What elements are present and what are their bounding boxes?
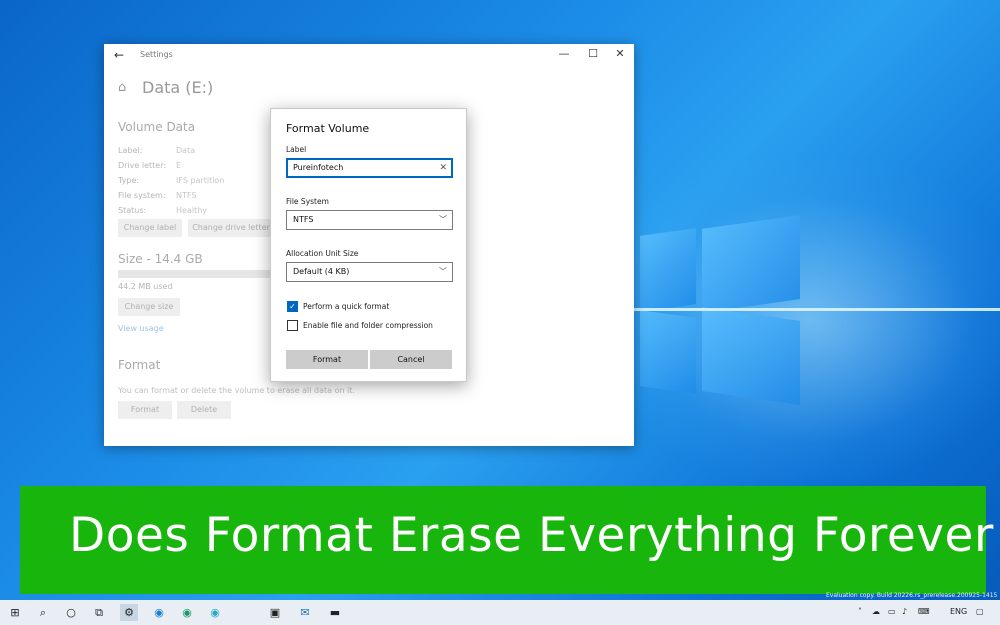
file-system-value: NTFS	[293, 215, 314, 224]
windows-logo-pane	[702, 215, 800, 313]
dialog-title: Format Volume	[286, 122, 370, 135]
prop-status-value: Healthy	[176, 206, 208, 215]
keyboard-icon[interactable]: ⌨	[918, 607, 930, 616]
prop-label-label: Label:	[118, 146, 143, 155]
chevron-up-icon[interactable]: ˄	[858, 607, 862, 616]
wallpaper-light-beam	[600, 308, 1000, 311]
prop-type-label: Type:	[118, 176, 140, 185]
format-volume-button[interactable]: Format	[118, 401, 172, 419]
prop-type-value: IFS partition	[176, 176, 225, 185]
used-space-text: 44.2 MB used	[118, 282, 173, 291]
size-heading: Size - 14.4 GB	[118, 252, 203, 266]
settings-titlebar[interactable]: ← Settings — ☐ ✕	[104, 44, 634, 66]
task-view-icon[interactable]: ○	[62, 604, 80, 621]
prop-drive-letter-label: Drive letter:	[118, 161, 167, 170]
chevron-down-icon: ﹀	[439, 215, 447, 224]
usage-bar	[118, 270, 278, 278]
title-banner: Does Format Erase Everything Forever	[20, 486, 993, 594]
allocation-size-label: Allocation Unit Size	[286, 249, 359, 258]
file-system-label: File System	[286, 197, 329, 206]
windows-logo-pane	[640, 310, 696, 394]
notification-icon[interactable]: ▢	[976, 607, 984, 616]
minimize-icon[interactable]: —	[556, 47, 572, 60]
compression-checkbox[interactable]	[287, 320, 298, 331]
edge-dev-icon[interactable]: ◉	[178, 604, 196, 621]
page-title: Data (E:)	[142, 78, 214, 97]
back-arrow-icon[interactable]: ←	[114, 48, 124, 62]
mail-icon[interactable]: ✉	[296, 604, 314, 621]
window-title: Settings	[140, 50, 173, 59]
delete-volume-button[interactable]: Delete	[177, 401, 231, 419]
search-icon[interactable]: ⌕	[34, 604, 52, 621]
quick-format-checkbox[interactable]: ✓	[287, 301, 298, 312]
terminal-icon[interactable]: ▬	[326, 604, 344, 621]
prop-status-label: Status:	[118, 206, 147, 215]
language-indicator[interactable]: ENG	[950, 607, 967, 616]
store-icon[interactable]: ▣	[266, 604, 284, 621]
edge-beta-icon[interactable]: ◉	[206, 604, 224, 621]
allocation-size-value: Default (4 KB)	[293, 267, 350, 276]
prop-drive-letter-value: E	[176, 161, 182, 170]
home-icon[interactable]: ⌂	[118, 80, 126, 95]
clear-icon[interactable]: ✕	[439, 160, 447, 176]
close-icon[interactable]: ✕	[612, 47, 628, 60]
change-drive-letter-button[interactable]: Change drive letter	[188, 219, 274, 237]
cancel-button[interactable]: Cancel	[370, 350, 452, 369]
file-system-select[interactable]: NTFS ﹀	[286, 210, 453, 230]
format-volume-dialog: Format Volume Label Pureinfotech ✕ File …	[270, 108, 467, 382]
onedrive-icon[interactable]: ☁	[872, 607, 880, 616]
quick-format-label: Perform a quick format	[303, 302, 390, 311]
windows-icon[interactable]: ⊞	[6, 604, 24, 621]
taskbar: ⊞ ⌕ ○ ⧉ ⚙ ◉ ◉ ◉ ▣ ✉ ▬ ˄ ☁ ▭ ♪ ⌨ ENG ▢	[0, 600, 1000, 625]
network-icon[interactable]: ▭	[888, 607, 896, 616]
view-usage-link[interactable]: View usage	[118, 324, 164, 333]
allocation-size-select[interactable]: Default (4 KB) ﹀	[286, 262, 453, 282]
format-description: You can format or delete the volume to e…	[118, 386, 355, 395]
windows-logo-pane	[640, 228, 696, 312]
banner-text: Does Format Erase Everything Forever	[69, 508, 994, 563]
label-field-label: Label	[286, 145, 307, 154]
label-input[interactable]: Pureinfotech ✕	[286, 158, 453, 178]
label-input-value: Pureinfotech	[293, 163, 344, 172]
widgets-icon[interactable]: ⧉	[90, 604, 108, 621]
maximize-icon[interactable]: ☐	[585, 47, 601, 60]
volume-data-heading: Volume Data	[118, 120, 196, 134]
change-size-button[interactable]: Change size	[118, 298, 180, 316]
prop-file-system-label: File system:	[118, 191, 166, 200]
prop-label-value: Data	[176, 146, 196, 155]
change-label-button[interactable]: Change label	[118, 219, 182, 237]
compression-label: Enable file and folder compression	[303, 321, 433, 330]
edge-icon[interactable]: ◉	[150, 604, 168, 621]
chevron-down-icon: ﹀	[439, 267, 447, 276]
volume-icon[interactable]: ♪	[902, 607, 907, 616]
evaluation-watermark: Evaluation copy. Build 20226.rs_prerelea…	[826, 592, 998, 599]
windows-logo-pane	[702, 307, 800, 405]
format-button[interactable]: Format	[286, 350, 368, 369]
settings-icon[interactable]: ⚙	[120, 604, 138, 621]
format-heading: Format	[118, 358, 161, 372]
prop-file-system-value: NTFS	[176, 191, 197, 200]
